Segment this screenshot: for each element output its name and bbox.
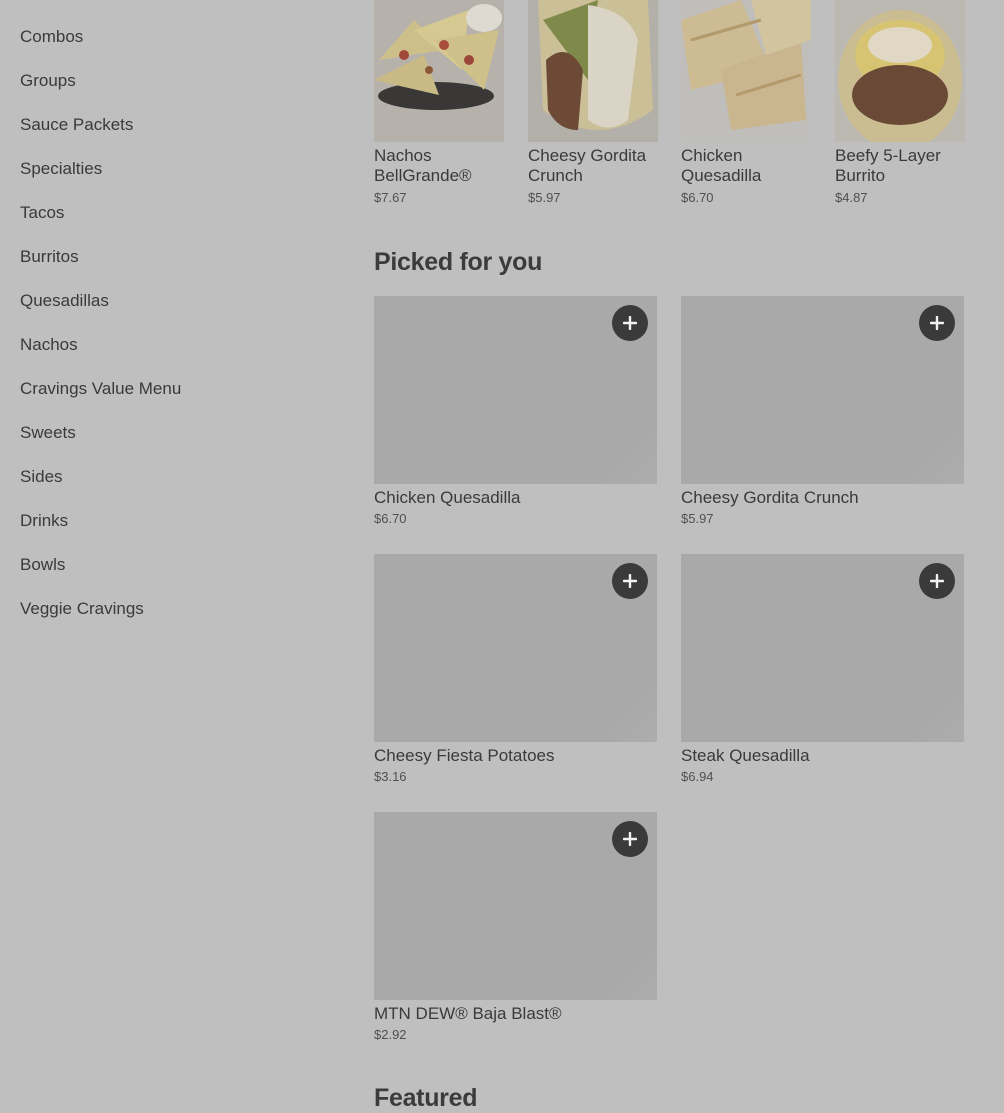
- picked-item-card[interactable]: Chicken Quesadilla $6.70: [374, 296, 657, 526]
- sidebar-item-nachos[interactable]: Nachos: [20, 334, 181, 378]
- sidebar-item-burritos[interactable]: Burritos: [20, 246, 181, 290]
- picked-item-card[interactable]: MTN DEW® Baja Blast® $2.92: [374, 812, 657, 1042]
- gordita-image: [528, 0, 658, 142]
- carousel-item-price: $4.87: [835, 190, 868, 205]
- carousel-item[interactable]: Cheesy Gordita Crunch $5.97: [528, 0, 658, 205]
- plus-icon: [623, 574, 637, 588]
- product-carousel: Nachos BellGrande® $7.67 Cheesy Gordita …: [374, 0, 1004, 215]
- picked-item-price: $5.97: [681, 511, 714, 526]
- add-to-cart-button[interactable]: [919, 305, 955, 341]
- sidebar-item-sauce-packets[interactable]: Sauce Packets: [20, 114, 181, 158]
- add-to-cart-button[interactable]: [919, 563, 955, 599]
- carousel-item-name: Beefy 5-Layer Burrito: [835, 146, 941, 185]
- picked-item-name: Cheesy Gordita Crunch: [681, 488, 859, 507]
- plus-icon: [623, 316, 637, 330]
- sidebar-item-sides[interactable]: Sides: [20, 466, 181, 510]
- sidebar-item-cravings-value-menu[interactable]: Cravings Value Menu: [20, 378, 181, 422]
- carousel-item-name: Chicken Quesadilla: [681, 146, 762, 185]
- picked-item-price: $2.92: [374, 1027, 407, 1042]
- product-image-placeholder: [374, 554, 657, 742]
- sidebar-item-veggie-cravings[interactable]: Veggie Cravings: [20, 598, 181, 642]
- carousel-item[interactable]: Chicken Quesadilla $6.70: [681, 0, 811, 205]
- picked-item-card[interactable]: Cheesy Fiesta Potatoes $3.16: [374, 554, 657, 784]
- plus-icon: [930, 316, 944, 330]
- section-title-picked-for-you: Picked for you: [374, 248, 543, 276]
- picked-item-name: Chicken Quesadilla: [374, 488, 521, 507]
- sidebar-item-bowls[interactable]: Bowls: [20, 554, 181, 598]
- add-to-cart-button[interactable]: [612, 821, 648, 857]
- product-image-placeholder: [374, 296, 657, 484]
- carousel-item-price: $6.70: [681, 190, 714, 205]
- product-image-placeholder: [681, 554, 964, 742]
- sidebar-item-combos[interactable]: Combos: [20, 26, 181, 70]
- picked-item-price: $6.70: [374, 511, 407, 526]
- carousel-item-price: $5.97: [528, 190, 561, 205]
- carousel-item-price: $7.67: [374, 190, 407, 205]
- carousel-item[interactable]: Nachos BellGrande® $7.67: [374, 0, 504, 205]
- plus-icon: [623, 832, 637, 846]
- carousel-item-name: Cheesy Gordita Crunch: [528, 146, 647, 185]
- product-image-placeholder: [681, 296, 964, 484]
- picked-item-price: $6.94: [681, 769, 714, 784]
- plus-icon: [930, 574, 944, 588]
- sidebar-item-groups[interactable]: Groups: [20, 70, 181, 114]
- burrito-image: [835, 0, 965, 142]
- add-to-cart-button[interactable]: [612, 305, 648, 341]
- sidebar-item-quesadillas[interactable]: Quesadillas: [20, 290, 181, 334]
- picked-item-name: Cheesy Fiesta Potatoes: [374, 746, 555, 765]
- product-image-placeholder: [374, 812, 657, 1000]
- sidebar-item-tacos[interactable]: Tacos: [20, 202, 181, 246]
- sidebar-item-drinks[interactable]: Drinks: [20, 510, 181, 554]
- picked-item-price: $3.16: [374, 769, 407, 784]
- sidebar-item-specialties[interactable]: Specialties: [20, 158, 181, 202]
- picked-item-name: MTN DEW® Baja Blast®: [374, 1004, 562, 1023]
- carousel-item-name: Nachos BellGrande®: [374, 146, 472, 185]
- carousel-item[interactable]: Beefy 5-Layer Burrito $4.87: [835, 0, 965, 205]
- add-to-cart-button[interactable]: [612, 563, 648, 599]
- picked-item-card[interactable]: Cheesy Gordita Crunch $5.97: [681, 296, 964, 526]
- picked-item-card[interactable]: Steak Quesadilla $6.94: [681, 554, 964, 784]
- nachos-image: [374, 0, 504, 142]
- sidebar-item-sweets[interactable]: Sweets: [20, 422, 181, 466]
- category-sidebar: Combos Groups Sauce Packets Specialties …: [20, 26, 181, 642]
- picked-item-name: Steak Quesadilla: [681, 746, 810, 765]
- quesadilla-image: [681, 0, 811, 142]
